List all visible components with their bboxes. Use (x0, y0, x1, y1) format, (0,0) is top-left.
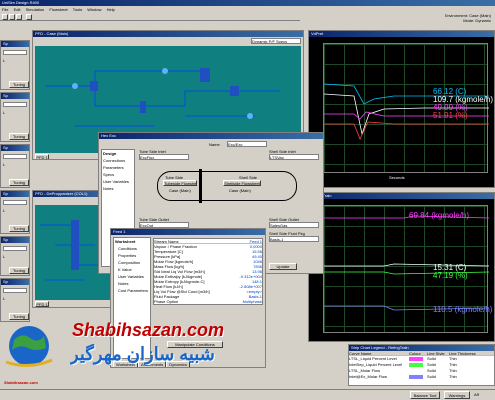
nav-specs[interactable]: Specs (102, 171, 134, 178)
controller-panel-5: Sp L Tuning (0, 236, 30, 276)
controller-panel-1: Sp L Tuning (0, 40, 30, 90)
strip-chart-2: RefingTrain 69.84 (kgmole/h) 15.31 (C) 4… (308, 192, 495, 342)
menu-flowsheet[interactable]: Flowsheet (49, 7, 67, 12)
strip2-value-1: 69.84 (kgmole/h) (409, 211, 470, 220)
strip-chart-legend: Strip Chart Legend - RefingTrain Curve N… (348, 344, 495, 386)
update-button[interactable]: Update (269, 263, 297, 270)
tube-inlet-select[interactable]: ExcFlux (139, 154, 189, 160)
brand-persian: شبیه سازان مهرگیر (70, 344, 215, 364)
stop-icon[interactable] (26, 14, 32, 20)
tuning-button[interactable]: Tuning (9, 225, 29, 232)
menu-edit[interactable]: Edit (14, 7, 21, 12)
strip1-value-level2: 51.91 (%) (433, 111, 468, 120)
nav-notes[interactable]: Notes (102, 185, 134, 192)
nav-conditions[interactable]: Conditions (114, 245, 150, 252)
balance-tool-button[interactable]: Balance Tool (410, 391, 440, 399)
menu-bar: File Edit Simulation Flowsheet Tools Win… (0, 6, 495, 13)
name-field[interactable]: Exc/Exc (227, 141, 267, 147)
brand-logo: Shabihsazan.com (0, 318, 60, 398)
feed-table-row: Phase Option Multiphase (154, 299, 262, 304)
tuning-button[interactable]: Tuning (9, 81, 29, 88)
nav-parameters[interactable]: Parameters (102, 164, 134, 171)
strip2-value-4: 110.5 (kgmole/h) (433, 305, 493, 314)
tab-pfd1-sub[interactable]: PFD 1 (35, 301, 49, 307)
open-icon[interactable] (9, 14, 15, 20)
nav-composition[interactable]: Composition (114, 259, 150, 266)
legend-colour-swatch (409, 369, 423, 373)
controller-panel-2: Sp L Tuning (0, 92, 30, 142)
legend-colour-swatch (409, 375, 423, 379)
shell-outlet-select[interactable]: SalesGas (269, 222, 319, 228)
toolbar (0, 13, 300, 21)
legend-row[interactable]: Inlet@Ex_Molar Flow Solid Thin (349, 374, 494, 380)
nav-cost[interactable]: Cost Parameters (114, 287, 150, 294)
feed-cell-value[interactable]: Multiphase (223, 299, 262, 304)
status-bar: Balance Tool Warnings Aff (0, 389, 495, 400)
tubeside-flowsheet-button[interactable]: Tubeside Flowsheet (163, 180, 197, 186)
nav-notes[interactable]: Notes (114, 280, 150, 287)
menu-tools[interactable]: Tools (73, 7, 82, 12)
controller-panel-3: Sp L Tuning (0, 144, 30, 188)
tuning-button[interactable]: Tuning (9, 133, 29, 140)
nav-connections[interactable]: Connections (102, 157, 134, 164)
menu-file[interactable]: File (2, 7, 8, 12)
trend-line (324, 121, 489, 141)
nav-properties[interactable]: Properties (114, 252, 150, 259)
menu-window[interactable]: Window (87, 7, 101, 12)
legend-colour-swatch (409, 357, 423, 361)
tuning-button[interactable]: Tuning (9, 179, 29, 186)
globe-logo-icon (5, 326, 53, 367)
strip1-xlabel: Seconds (389, 175, 405, 180)
new-icon[interactable] (2, 14, 8, 20)
shell-inlet-select[interactable]: LTSVap (269, 154, 319, 160)
environment-label: Environment: Case (Main) Mode: Dynamic (444, 13, 491, 23)
nav-kvalue[interactable]: K Value (114, 266, 150, 273)
menu-help[interactable]: Help (107, 7, 115, 12)
save-icon[interactable] (16, 14, 22, 20)
controller-panel-4: Sp L Tuning (0, 190, 30, 234)
feed-table: Stream Name Feed 1 Vapour / Phase Fractio… (153, 238, 263, 305)
tab-pfd1[interactable]: PFD 1 (35, 154, 49, 159)
strip2-value-3: 47.19 (%) (433, 271, 468, 280)
tuning-button[interactable]: Tuning (9, 267, 29, 274)
view-select[interactable]: Dynamic P/F Specs (251, 38, 301, 44)
warnings-button[interactable]: Warnings (444, 391, 470, 399)
controller-panel-6: Sp L Tuning (0, 278, 30, 322)
strip-chart-1: VdPret 66.12 (C) 109.7 (kgmole/h) 49.99 … (308, 30, 495, 188)
menu-simulation[interactable]: Simulation (26, 7, 45, 12)
shell-pkg-select[interactable]: Basis-1 (269, 236, 319, 242)
nav-user-variables[interactable]: User Variables (102, 178, 134, 185)
brand-text: Shabihsazan.com (72, 320, 225, 340)
shellside-flowsheet-button[interactable]: Shellside Flowsheet (223, 180, 261, 186)
legend-colour-swatch (409, 363, 423, 367)
nav-user-variables[interactable]: User Variables (114, 273, 150, 280)
